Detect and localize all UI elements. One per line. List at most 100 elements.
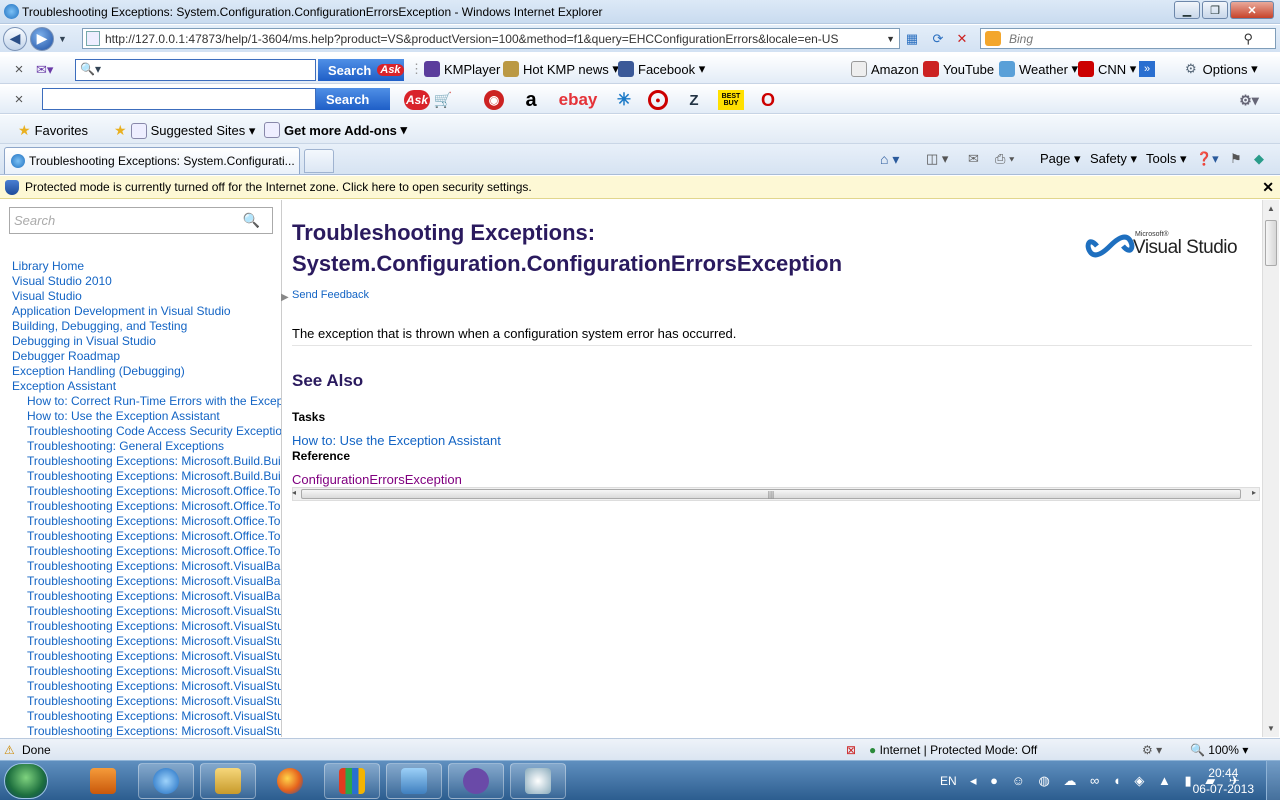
paint-taskbar-button[interactable] [510,763,566,799]
compat-view-icon[interactable]: ▦ [902,29,922,48]
scroll-up-icon[interactable]: ▲ [1267,204,1275,213]
close-toolbar-icon[interactable]: × [8,61,30,78]
minimize-button[interactable]: ▁ [1174,1,1200,19]
search-dropdown-icon[interactable]: 🔍▾ [80,62,101,76]
zappos-button[interactable]: Z [684,90,704,110]
research-icon[interactable]: ⚑ [1230,151,1242,167]
ask-button[interactable]: Ask [404,90,430,110]
tools-menu[interactable]: Tools ▾ [1146,151,1187,167]
get-addons-link[interactable]: Get more Add-ons ▾ [264,122,407,138]
toc-item[interactable]: Troubleshooting Exceptions: Microsoft.Vi… [12,604,281,619]
cnn-link[interactable]: CNN ▾ [1078,61,1136,77]
visual-studio-taskbar-button[interactable] [448,763,504,799]
toc-item[interactable]: Troubleshooting Exceptions: Microsoft.Vi… [12,589,281,604]
help-search-input[interactable]: Search 🔍 [9,207,273,234]
shop-red-icon[interactable]: ◉ [484,90,504,110]
close-toolbar2-icon[interactable]: × [8,91,30,108]
feeds-icon[interactable]: ◫ ▾ [926,151,948,167]
toc-item[interactable]: Troubleshooting Exceptions: Microsoft.Bu… [12,454,281,469]
options-menu[interactable]: ⚙ Options ▾ [1185,61,1258,77]
walmart-icon[interactable]: ✳ [614,90,634,110]
vertical-scrollbar[interactable]: ▲ ▼ [1262,200,1279,737]
send-feedback-link[interactable]: Send Feedback [292,289,369,301]
refresh-icon[interactable]: ⟳ [928,29,948,48]
target-icon[interactable]: ● [648,90,668,110]
facebook-link[interactable]: Facebook ▾ [618,61,705,77]
toc-item[interactable]: Troubleshooting Exceptions: Microsoft.Vi… [12,559,281,574]
toc-item[interactable]: Exception Assistant [12,379,281,394]
cart-icon[interactable]: 🛒 [432,90,454,110]
toc-item[interactable]: Troubleshooting Exceptions: Microsoft.Vi… [12,574,281,589]
toc-item[interactable]: Visual Studio [12,289,281,304]
kmplayer-link[interactable]: KMPlayer [424,61,500,77]
page-menu[interactable]: Page ▾ [1040,151,1081,167]
scroll-right-icon[interactable]: ▸ [1252,488,1256,497]
maximize-button[interactable]: ❐ [1202,1,1228,19]
blocked-icon[interactable]: ⊠ [846,743,856,757]
address-dropdown-icon[interactable]: ▼ [886,34,895,44]
amazon-link[interactable]: Amazon [851,61,919,77]
toc-item[interactable]: How to: Correct Run-Time Errors with the… [12,394,281,409]
toc-item[interactable]: Troubleshooting Exceptions: Microsoft.Vi… [12,709,281,724]
youtube-link[interactable]: YouTube [923,61,994,77]
opera-icon[interactable]: O [758,90,778,110]
horizontal-scrollbar[interactable]: ◂ ||| ▸ [292,487,1260,501]
pane-splitter-icon[interactable]: ▶ [281,292,289,304]
toc-item[interactable]: Troubleshooting Exceptions: Microsoft.Of… [12,499,281,514]
toc-item[interactable]: Troubleshooting Exceptions: Microsoft.Vi… [12,649,281,664]
toc-item[interactable]: Troubleshooting Exceptions: Microsoft.Of… [12,544,281,559]
scroll-left-icon[interactable]: ◂ [292,488,296,497]
mail-icon[interactable]: ✉▾ [36,62,62,78]
show-desktop-button[interactable] [1266,761,1280,800]
safety-menu[interactable]: Safety ▾ [1090,151,1137,167]
suggested-sites-link[interactable]: ★ Suggested Sites ▾ [114,122,255,139]
new-tab-button[interactable] [304,149,334,173]
toc-item[interactable]: Troubleshooting: General Exceptions [12,439,281,454]
reference-link[interactable]: ConfigurationErrorsException [292,472,462,487]
toc-item[interactable]: Troubleshooting Exceptions: Microsoft.Vi… [12,694,281,709]
toc-item[interactable]: Building, Debugging, and Testing [12,319,281,334]
toc-item[interactable]: Troubleshooting Exceptions: Microsoft.Vi… [12,634,281,649]
bing-search-input[interactable]: Bing ⚲ [980,28,1276,49]
image-viewer-taskbar-button[interactable] [386,763,442,799]
toc-item[interactable]: How to: Use the Exception Assistant [12,409,281,424]
toc-item[interactable]: Troubleshooting Exceptions: Microsoft.Vi… [12,679,281,694]
back-button[interactable]: ◀ [3,26,27,51]
read-mail-icon[interactable]: ✉ [968,151,979,167]
stop-icon[interactable]: ✕ [952,29,972,48]
internet-explorer-taskbar-button[interactable] [138,763,194,799]
search-icon[interactable]: ⚲ [1243,31,1253,47]
scroll-down-icon[interactable]: ▼ [1267,724,1275,733]
toc-item[interactable]: Troubleshooting Exceptions: Microsoft.Of… [12,529,281,544]
explorer-taskbar-button[interactable] [200,763,256,799]
print-icon[interactable]: ⎙ ▾ [995,151,1014,167]
tab-active[interactable]: Troubleshooting Exceptions: System.Confi… [4,147,300,174]
toc-item[interactable]: Library Home [12,259,281,274]
amazon-logo-button[interactable]: a [520,89,542,111]
toc-item[interactable]: Exception Handling (Debugging) [12,364,281,379]
home-icon[interactable]: ⌂ ▾ [880,151,899,168]
favorites-button[interactable]: ★ Favorites [18,122,88,139]
toc-item[interactable]: Debugger Roadmap [12,349,281,364]
firefox-taskbar-button[interactable] [262,763,318,799]
zone-indicator[interactable]: ● Internet | Protected Mode: Off [869,743,1037,757]
weather-link[interactable]: Weather ▾ [999,61,1078,77]
toc-item[interactable]: Troubleshooting Exceptions: Microsoft.Of… [12,514,281,529]
toc-item[interactable]: Troubleshooting Exceptions: Microsoft.Vi… [12,664,281,679]
protected-mode-infobar[interactable]: Protected mode is currently turned off f… [0,176,1280,199]
onenote-icon[interactable]: ◆ [1254,151,1264,167]
history-dropdown-icon[interactable]: ▼ [58,34,67,44]
toc-item[interactable]: Troubleshooting Exceptions: Microsoft.Vi… [12,724,281,737]
toolbar2-search-input[interactable] [42,88,316,110]
toc-item[interactable]: Application Development in Visual Studio [12,304,281,319]
zoom-control[interactable]: 🔍 100% ▾ [1190,743,1248,757]
bestbuy-button[interactable]: BEST BUY [718,90,744,110]
close-window-button[interactable]: ✕ [1230,1,1274,19]
toc-item[interactable]: Visual Studio 2010 [12,274,281,289]
security-icon[interactable]: ⚙ ▾ [1142,743,1162,757]
help-icon[interactable]: ❓▾ [1196,151,1219,167]
tasks-link[interactable]: How to: Use the Exception Assistant [292,433,501,448]
magnifier-icon[interactable]: 🔍 [243,212,260,229]
toc-item[interactable]: Troubleshooting Exceptions: Microsoft.Vi… [12,619,281,634]
forward-button[interactable]: ▶ [30,26,54,51]
